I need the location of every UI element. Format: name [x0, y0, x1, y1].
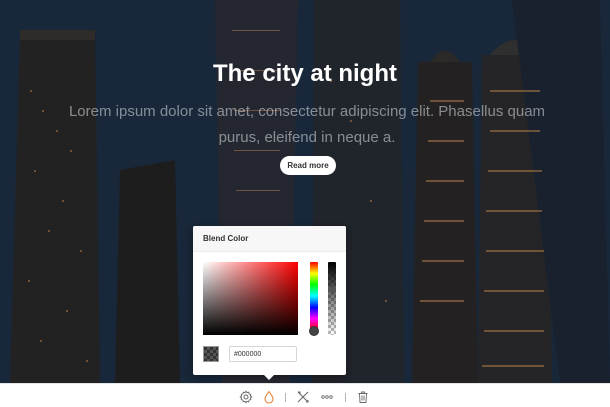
toolbar-divider	[345, 393, 346, 402]
popover-title: Blend Color	[203, 234, 249, 243]
gear-icon[interactable]	[239, 390, 253, 404]
hex-color-input[interactable]	[229, 346, 297, 362]
trash-icon[interactable]	[356, 390, 370, 404]
more-icon[interactable]	[320, 390, 334, 404]
hero-headline: The city at night	[212, 60, 397, 87]
hero-lead-text: Lorem ipsum dolor sit amet, consectetur …	[68, 103, 546, 146]
bottom-toolbar	[0, 383, 610, 407]
blend-color-popover: Blend Color	[193, 226, 346, 380]
alpha-slider[interactable]	[328, 262, 336, 335]
tools-icon[interactable]	[296, 390, 310, 404]
toolbar-divider	[285, 393, 286, 402]
saturation-value-field[interactable]	[203, 262, 298, 335]
alpha-slider-handle[interactable]	[328, 287, 336, 292]
drop-icon[interactable]	[262, 390, 276, 404]
hue-slider-handle[interactable]	[309, 326, 319, 336]
color-swatch	[203, 346, 219, 362]
hue-slider[interactable]	[310, 262, 318, 330]
read-more-button[interactable]: Read more	[280, 156, 336, 175]
popover-arrow	[263, 374, 275, 380]
